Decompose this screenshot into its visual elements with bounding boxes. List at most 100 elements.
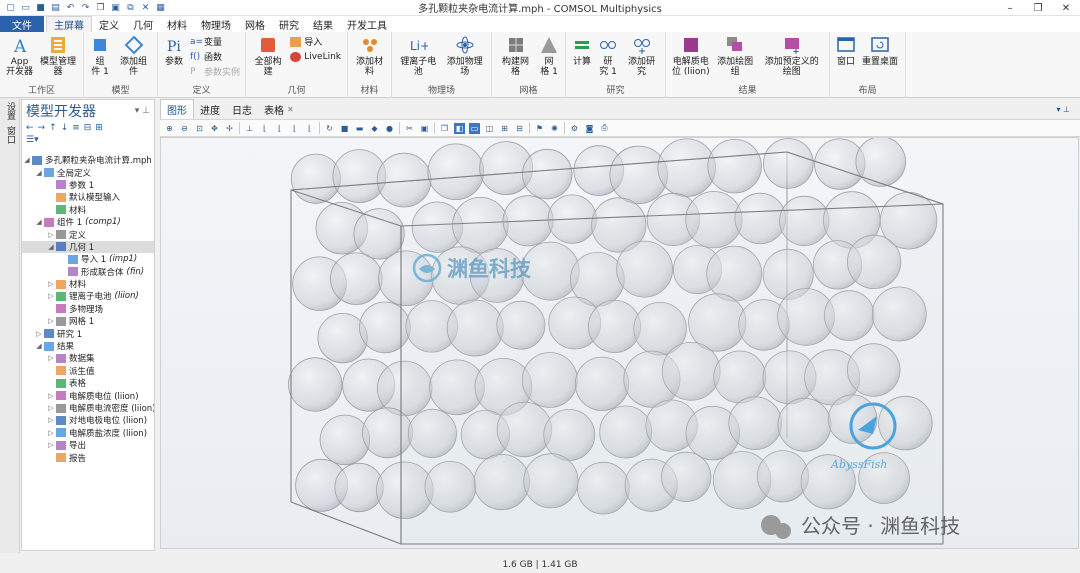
select-point-icon[interactable]: ● <box>384 123 395 134</box>
window-icon[interactable]: ▦ <box>154 2 167 14</box>
expand-arrow-icon[interactable]: ▷ <box>46 429 56 437</box>
tab-definitions[interactable]: 定义 <box>92 16 126 32</box>
close-button[interactable]: ✕ <box>1052 0 1080 16</box>
expand-arrow-icon[interactable]: ▷ <box>46 441 56 449</box>
livelink-button[interactable]: LiveLink <box>290 50 341 63</box>
maximize-button[interactable]: ❐ <box>1024 0 1052 16</box>
down-arrow-icon[interactable]: ↓ <box>61 123 69 133</box>
tree-node[interactable]: ▷ 锂离子电池 (liion) <box>22 290 154 302</box>
scene-light-icon[interactable]: ◫ <box>484 123 495 134</box>
close-tab-icon[interactable]: ✕ <box>287 105 294 114</box>
duplicate-icon[interactable]: ⧉ <box>124 2 137 14</box>
tree-node[interactable]: 表格 <box>22 377 154 389</box>
rotate-icon[interactable]: ↻ <box>324 123 335 134</box>
undo-icon[interactable]: ↶ <box>64 2 77 14</box>
camera-icon[interactable]: ⚑ <box>534 123 545 134</box>
tree-node[interactable]: ▷ 导出 <box>22 439 154 451</box>
tab-home[interactable]: 主屏幕 <box>46 16 92 32</box>
expand-arrow-icon[interactable]: ▷ <box>46 317 56 325</box>
minimize-button[interactable]: – <box>996 0 1024 16</box>
add-study-button[interactable]: 添加研究 <box>621 35 662 77</box>
open-icon[interactable]: ▭ <box>19 2 32 14</box>
expand-arrow-icon[interactable]: ▷ <box>46 416 56 424</box>
tree-node[interactable]: ▷ 对地电极电位 (liion) <box>22 414 154 426</box>
tree-node[interactable]: 参数 1 <box>22 179 154 191</box>
windows-button[interactable]: 窗口 <box>833 35 859 67</box>
transparency-icon[interactable]: ▭ <box>469 122 480 134</box>
tree-node[interactable]: ▷ 电解质盐浓度 (liion) <box>22 427 154 439</box>
grid-icon[interactable]: ⊞ <box>499 123 510 134</box>
add-plot-group-button[interactable]: 添加绘图组 <box>713 35 758 77</box>
tree-node[interactable]: ◢ 几何 1 <box>22 240 154 254</box>
tree-node[interactable]: ▷ 电解质电流密度 (liion) <box>22 402 154 414</box>
redo-icon[interactable]: ↷ <box>79 2 92 14</box>
expand-arrow-icon[interactable]: ▷ <box>46 392 56 400</box>
add-material-button[interactable]: 添加材料 <box>351 35 388 77</box>
study1-button[interactable]: 研 究 1 <box>595 35 621 77</box>
tree-node[interactable]: ◢ 结果 <box>22 340 154 352</box>
back-arrow-icon[interactable]: ← <box>26 123 34 133</box>
tab-progress[interactable]: 进度 <box>194 100 226 119</box>
wireframe-icon[interactable]: ◧ <box>454 122 465 134</box>
zoom-in-icon[interactable]: ⊕ <box>164 123 175 134</box>
mesh1-button[interactable]: 网 格 1 <box>536 35 562 77</box>
select-boundary-icon[interactable]: ▬ <box>354 123 365 134</box>
zoom-box-icon[interactable]: ⊡ <box>194 123 205 134</box>
zoom-out-icon[interactable]: ⊖ <box>179 123 190 134</box>
parameters-button[interactable]: Pi 参数 <box>161 35 187 67</box>
tree-node[interactable]: ▷ 数据集 <box>22 352 154 364</box>
expand-arrow-icon[interactable]: ▷ <box>46 280 56 288</box>
collapse-arrow-icon[interactable]: ◢ <box>22 156 32 164</box>
param-case-button[interactable]: P 参数实例 <box>190 65 240 79</box>
tree-node[interactable]: ◢ 多孔颗粒夹杂电流计算.mph <box>22 154 154 166</box>
add-predefined-plot-button[interactable]: 添加预定义的绘图 <box>758 35 826 77</box>
tree-node[interactable]: ▷ 定义 <box>22 228 154 241</box>
print-icon[interactable]: ⎙ <box>599 123 610 134</box>
add-physics-button[interactable]: 添加物理场 <box>442 35 489 77</box>
collapse-icon[interactable]: ⊟ <box>84 123 92 133</box>
side-tab-settings[interactable]: 设置 <box>4 102 17 120</box>
select-domain-icon[interactable]: ■ <box>339 123 350 134</box>
save-icon[interactable]: ■ <box>34 2 47 14</box>
tab-results[interactable]: 结果 <box>306 16 340 32</box>
up-arrow-icon[interactable]: ↑ <box>49 123 57 133</box>
save-as-icon[interactable]: ▤ <box>49 2 62 14</box>
build-mesh-button[interactable]: 构建网格 <box>495 35 536 77</box>
tab-table[interactable]: 表格 ✕ <box>258 100 300 119</box>
select-edge-icon[interactable]: ◆ <box>369 123 380 134</box>
collapse-arrow-icon[interactable]: ◢ <box>34 169 44 177</box>
axis-icon[interactable]: ⊥ <box>244 123 255 134</box>
view-zx-icon[interactable]: ⌊ <box>289 123 300 134</box>
tree-node[interactable]: ▷ 材料 <box>22 278 154 290</box>
clear-selection-icon[interactable]: ✂ <box>404 123 415 134</box>
tab-graphics[interactable]: 图形 <box>160 99 194 119</box>
tree-node[interactable]: 默认模型输入 <box>22 191 154 203</box>
tab-mesh[interactable]: 网格 <box>238 16 272 32</box>
tree-node[interactable]: ◢ 全局定义 <box>22 166 154 179</box>
tree-node[interactable]: 形成联合体 (fin) <box>22 266 154 278</box>
expand-arrow-icon[interactable]: ▷ <box>46 404 56 412</box>
functions-button[interactable]: f() 函数 <box>190 50 240 64</box>
component-button[interactable]: 组 件 1 <box>87 35 113 77</box>
zoom-extents-icon[interactable]: ✥ <box>209 123 220 134</box>
render-icon[interactable]: ⊟ <box>514 123 525 134</box>
select-box-icon[interactable]: ▣ <box>419 123 430 134</box>
tab-study[interactable]: 研究 <box>272 16 306 32</box>
show-icon[interactable]: ≡ <box>72 123 80 133</box>
tab-log[interactable]: 日志 <box>226 100 258 119</box>
panel-menu-icon[interactable]: ▾ ⊥ <box>1056 105 1070 114</box>
reset-desktop-button[interactable]: 重置桌面 <box>859 35 901 67</box>
collapse-arrow-icon[interactable]: ◢ <box>34 218 44 226</box>
tree-node[interactable]: 材料 <box>22 204 154 216</box>
tab-developer[interactable]: 开发工具 <box>340 16 394 32</box>
view-yz-icon[interactable]: ⌊ <box>274 123 285 134</box>
collapse-arrow-icon[interactable]: ◢ <box>34 342 44 350</box>
expand-arrow-icon[interactable]: ▷ <box>46 231 56 239</box>
add-component-button[interactable]: 添加组件 <box>113 35 154 77</box>
delete-icon[interactable]: ✕ <box>139 2 152 14</box>
paste-icon[interactable]: ▣ <box>109 2 122 14</box>
tree-node[interactable]: 多物理场 <box>22 303 154 315</box>
expand-arrow-icon[interactable]: ▷ <box>46 292 56 300</box>
compute-button[interactable]: 计算 <box>569 35 595 67</box>
collapse-arrow-icon[interactable]: ◢ <box>46 243 56 251</box>
